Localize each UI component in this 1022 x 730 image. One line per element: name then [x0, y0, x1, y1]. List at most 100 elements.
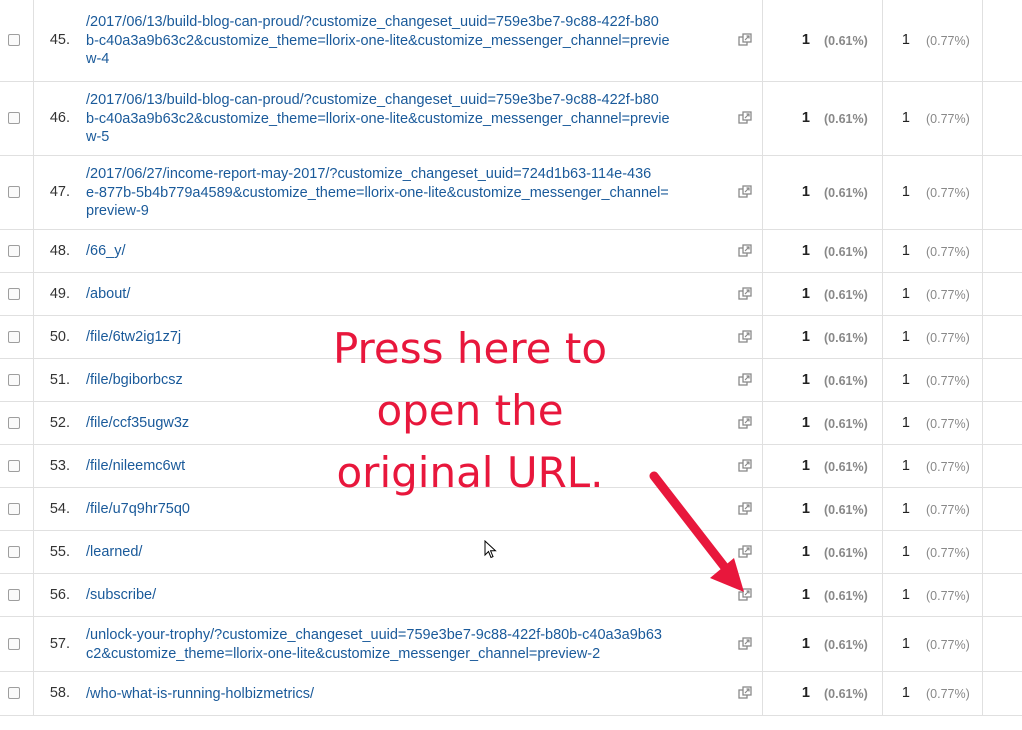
- page-url-link[interactable]: /about/: [86, 285, 738, 304]
- open-in-new-window-icon[interactable]: [738, 33, 752, 47]
- metric-value: 1: [801, 586, 810, 603]
- metric-value: 1: [801, 500, 810, 517]
- row-checkbox[interactable]: [8, 416, 20, 429]
- table-row: 58. /who-what-is-running-holbizmetrics/ …: [0, 672, 1022, 716]
- row-checkbox[interactable]: [8, 545, 20, 558]
- open-in-new-window-icon[interactable]: [738, 185, 752, 199]
- open-in-new-window-icon[interactable]: [738, 372, 752, 387]
- open-in-new-window-icon[interactable]: [738, 111, 752, 125]
- row-checkbox[interactable]: [8, 502, 20, 515]
- open-in-new-window-icon[interactable]: [738, 243, 752, 258]
- metric-percent: (0.61%): [824, 244, 868, 259]
- metric-percent: (0.61%): [824, 186, 868, 200]
- metric-value: 1: [801, 543, 810, 560]
- table-row: 46. /2017/06/13/build-blog-can-proud/?cu…: [0, 82, 1022, 156]
- metric-value: 1: [901, 685, 910, 701]
- open-in-new-window-icon[interactable]: [738, 286, 752, 301]
- metric-value: 1: [901, 500, 910, 517]
- metric-percent: (0.77%): [926, 287, 970, 302]
- metric-percent: (0.77%): [926, 112, 970, 126]
- annotation-callout: Press here to open the original URL.: [332, 324, 608, 497]
- row-number: 55.: [49, 543, 70, 560]
- row-checkbox[interactable]: [8, 186, 20, 198]
- mouse-cursor-icon: [484, 540, 497, 559]
- open-in-new-window-icon[interactable]: [738, 329, 752, 344]
- metric-value: 1: [801, 285, 810, 302]
- metric-percent: (0.77%): [926, 687, 970, 701]
- row-checkbox[interactable]: [8, 373, 20, 386]
- metric-percent: (0.77%): [926, 373, 970, 388]
- metric-value: 1: [801, 635, 810, 652]
- metric-value: 1: [801, 328, 810, 345]
- row-checkbox[interactable]: [8, 459, 20, 472]
- row-number: 46.: [49, 110, 70, 126]
- row-number: 48.: [49, 242, 70, 259]
- metric-value: 1: [801, 371, 810, 388]
- metric-percent: (0.77%): [926, 502, 970, 517]
- table-row: 49. /about/ 1 (0.61%) 1 (0.77%): [0, 273, 1022, 316]
- metric-value: 1: [901, 184, 910, 200]
- metric-value: 1: [901, 242, 910, 259]
- metric-value: 1: [801, 32, 810, 48]
- row-checkbox[interactable]: [8, 34, 20, 46]
- metric-value: 1: [801, 414, 810, 431]
- metric-value: 1: [801, 110, 810, 126]
- metric-percent: (0.77%): [926, 588, 970, 603]
- metric-percent: (0.61%): [824, 545, 868, 560]
- row-number: 51.: [49, 371, 70, 388]
- table-row: 56. /subscribe/ 1 (0.61%) 1 (0.77%): [0, 574, 1022, 617]
- metric-value: 1: [801, 184, 810, 200]
- metric-percent: (0.61%): [824, 416, 868, 431]
- page-url-link[interactable]: /unlock-your-trophy/?customize_changeset…: [86, 626, 738, 663]
- metric-percent: (0.61%): [824, 287, 868, 302]
- metric-value: 1: [801, 457, 810, 474]
- metric-percent: (0.61%): [824, 588, 868, 603]
- metric-percent: (0.61%): [824, 373, 868, 388]
- metric-value: 1: [901, 414, 910, 431]
- metric-value: 1: [901, 285, 910, 302]
- table-row: 45. /2017/06/13/build-blog-can-proud/?cu…: [0, 0, 1022, 82]
- metric-percent: (0.77%): [926, 416, 970, 431]
- metric-percent: (0.61%): [824, 502, 868, 517]
- row-checkbox[interactable]: [8, 588, 20, 601]
- open-in-new-window-icon[interactable]: [738, 415, 752, 430]
- row-number: 56.: [49, 586, 70, 603]
- metric-percent: (0.77%): [926, 637, 970, 652]
- metric-percent: (0.61%): [824, 330, 868, 345]
- table-row: 57. /unlock-your-trophy/?customize_chang…: [0, 617, 1022, 672]
- row-checkbox[interactable]: [8, 637, 20, 650]
- metric-value: 1: [801, 242, 810, 259]
- metric-percent: (0.77%): [926, 34, 970, 48]
- row-checkbox[interactable]: [8, 112, 20, 124]
- page-url-link[interactable]: /who-what-is-running-holbizmetrics/: [86, 685, 738, 704]
- row-checkbox[interactable]: [8, 687, 20, 699]
- row-checkbox[interactable]: [8, 287, 20, 300]
- annotation-arrow: [649, 471, 744, 592]
- metric-value: 1: [901, 32, 910, 48]
- open-in-new-window-icon[interactable]: [738, 686, 752, 700]
- column-divider: [982, 0, 983, 716]
- table-row: 55. /learned/ 1 (0.61%) 1 (0.77%): [0, 531, 1022, 574]
- open-in-new-window-icon[interactable]: [738, 636, 752, 651]
- row-number: 57.: [49, 635, 70, 652]
- page-url-link[interactable]: /2017/06/27/income-report-may-2017/?cust…: [86, 165, 738, 221]
- page-url-link[interactable]: /66_y/: [86, 242, 738, 261]
- row-number: 54.: [49, 500, 70, 517]
- row-number: 47.: [49, 184, 70, 200]
- column-divider: [882, 0, 883, 716]
- metric-value: 1: [901, 635, 910, 652]
- row-number: 58.: [49, 685, 70, 701]
- row-checkbox[interactable]: [8, 330, 20, 343]
- metric-percent: (0.61%): [824, 637, 868, 652]
- metric-value: 1: [801, 685, 810, 701]
- metric-percent: (0.61%): [824, 34, 868, 48]
- page-url-link[interactable]: /2017/06/13/build-blog-can-proud/?custom…: [86, 91, 738, 147]
- row-number: 53.: [49, 457, 70, 474]
- metric-percent: (0.61%): [824, 687, 868, 701]
- metric-percent: (0.61%): [824, 112, 868, 126]
- metric-percent: (0.77%): [926, 545, 970, 560]
- metric-value: 1: [901, 457, 910, 474]
- page-url-link[interactable]: /2017/06/13/build-blog-can-proud/?custom…: [86, 13, 738, 69]
- metric-percent: (0.77%): [926, 244, 970, 259]
- row-checkbox[interactable]: [8, 244, 20, 257]
